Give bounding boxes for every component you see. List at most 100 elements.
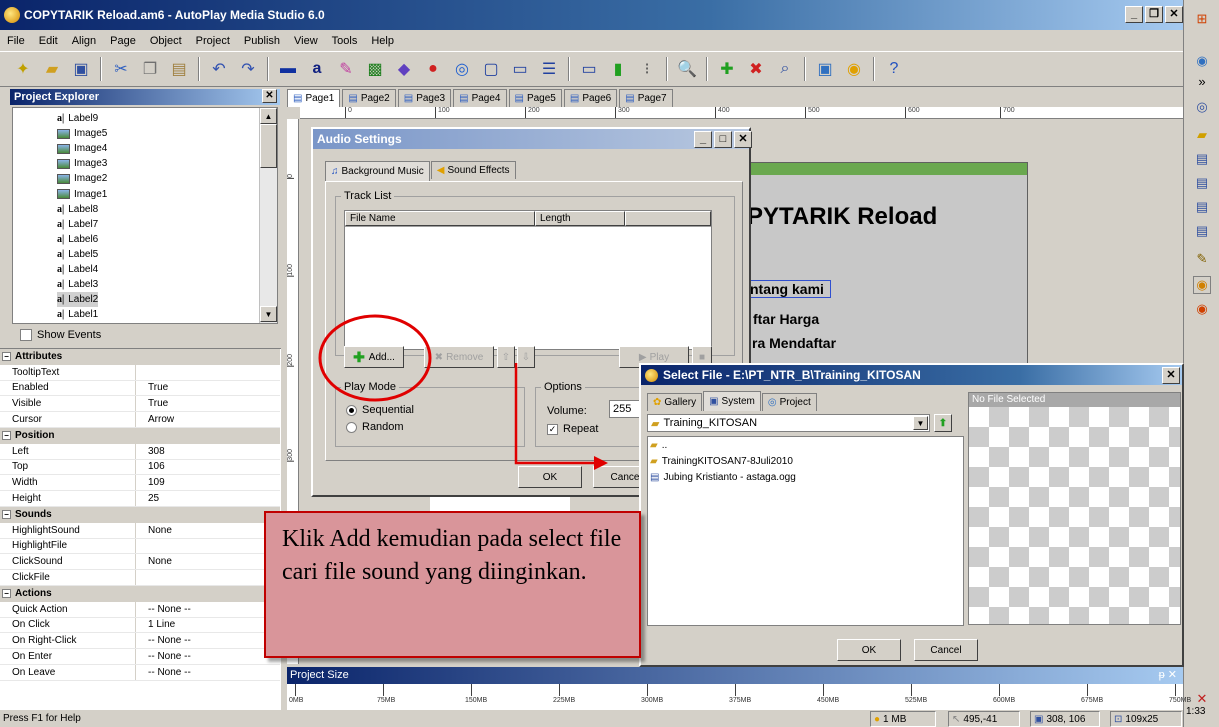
property-row[interactable]: On Leave -- None -- — [0, 665, 280, 681]
tab-page6[interactable]: ▤ Page6 — [563, 89, 618, 107]
label-cara-mendaftar[interactable]: ra Mendaftar — [752, 335, 836, 351]
media-shortcut-icon[interactable]: ◉ — [1193, 300, 1211, 318]
tab-system[interactable]: ▣ System — [703, 391, 761, 411]
tree-item[interactable]: a| Label9 — [57, 111, 98, 126]
close-panel-button[interactable]: ✕ — [262, 89, 277, 103]
browser-icon[interactable]: ◉ — [1193, 52, 1211, 70]
menu-item-edit[interactable]: Edit — [32, 35, 65, 47]
doc-shortcut-icon[interactable]: ▤ — [1193, 174, 1211, 192]
track-list[interactable]: File Name Length — [344, 210, 712, 350]
audio-ok-button[interactable]: OK — [518, 466, 582, 488]
tree-item[interactable]: a| Label4 — [57, 262, 98, 277]
paragraph-object-icon[interactable]: ✎ — [333, 56, 359, 82]
tree-item[interactable]: a| Label7 — [57, 217, 98, 232]
select-ok-button[interactable]: OK — [837, 639, 901, 661]
publish-icon[interactable]: ◉ — [841, 56, 867, 82]
tab-sound-effects[interactable]: ◀ Sound Effects — [430, 161, 516, 179]
menu-item-object[interactable]: Object — [143, 35, 189, 47]
menu-item-page[interactable]: Page — [103, 35, 143, 47]
close-button[interactable]: ✕ — [1165, 6, 1183, 23]
pen-shortcut-icon[interactable]: ✎ — [1193, 250, 1211, 268]
property-value[interactable]: 1 Line — [136, 619, 175, 630]
chevron-right-icon[interactable]: » — [1193, 72, 1211, 90]
select-file-close-button[interactable]: ✕ — [1162, 367, 1180, 384]
property-row[interactable]: Height 25 — [0, 491, 280, 507]
property-row[interactable]: On Right-Click -- None -- — [0, 633, 280, 650]
file-list-item[interactable]: ▰.. — [650, 440, 667, 451]
open-folder-icon[interactable]: ▰ — [39, 56, 65, 82]
property-row[interactable]: TooltipText — [0, 364, 280, 381]
windows-icon[interactable]: ⊞ — [1193, 10, 1211, 28]
property-row[interactable]: On Click 1 Line — [0, 617, 280, 634]
cut-icon[interactable]: ✂ — [108, 56, 134, 82]
property-value[interactable]: -- None -- — [136, 635, 191, 646]
collapse-icon[interactable]: − — [2, 510, 11, 520]
label-object-icon[interactable]: a — [304, 56, 330, 82]
property-value[interactable]: True — [136, 398, 168, 409]
tab-page2[interactable]: ▤ Page2 — [342, 89, 396, 107]
menu-item-project[interactable]: Project — [189, 35, 237, 47]
file-list-item[interactable]: ▰ TrainingKITOSAN7-8Juli2010 — [650, 456, 793, 467]
folder-dropdown[interactable]: ▰ Training_KITOSAN ▼ — [647, 414, 930, 432]
tree-item[interactable]: a| Label2 — [57, 292, 99, 308]
tree-item[interactable]: a| Label8 — [57, 202, 98, 217]
menu-item-file[interactable]: File — [0, 35, 32, 47]
collapse-icon[interactable]: − — [2, 352, 11, 362]
copy-icon[interactable]: ❐ — [137, 56, 163, 82]
minimize-button[interactable]: _ — [1125, 6, 1143, 23]
property-value[interactable]: 106 — [136, 461, 165, 472]
property-value[interactable]: None — [136, 525, 172, 536]
file-list-item[interactable]: ▤ Jubing Kristianto - astaga.ogg — [650, 472, 796, 483]
menu-item-view[interactable]: View — [287, 35, 325, 47]
property-row[interactable]: Visible True — [0, 396, 280, 413]
tree-item[interactable]: a| Label3 — [57, 277, 98, 292]
scroll-thumb[interactable] — [260, 124, 277, 168]
col-length[interactable]: Length — [535, 211, 625, 226]
move-down-button[interactable]: ⇩ — [517, 346, 535, 368]
collapse-icon[interactable]: − — [2, 431, 11, 441]
property-value[interactable]: True — [136, 382, 168, 393]
video-object-icon[interactable]: ● — [420, 56, 446, 82]
menu-item-tools[interactable]: Tools — [325, 35, 365, 47]
tab-page1[interactable]: ▤ Page1 — [287, 89, 341, 107]
show-events-row[interactable]: Show Events — [20, 329, 101, 341]
property-category[interactable]: − Attributes — [0, 349, 280, 365]
remove-button[interactable]: ✖ Remove — [424, 346, 494, 368]
hotspot-object-icon[interactable]: ▢ — [478, 56, 504, 82]
audio-settings-titlebar[interactable]: Audio Settings — [313, 129, 749, 149]
menu-item-publish[interactable]: Publish — [237, 35, 287, 47]
tab-page5[interactable]: ▤ Page5 — [508, 89, 562, 107]
select-file-titlebar[interactable]: Select File - E:\PT_NTR_B\Training_KITOS… — [641, 365, 1182, 385]
property-category[interactable]: − Sounds — [0, 507, 280, 523]
show-events-checkbox[interactable] — [20, 329, 32, 341]
doc-shortcut-icon[interactable]: ▤ — [1193, 198, 1211, 216]
property-row[interactable]: Cursor Arrow — [0, 412, 280, 428]
property-row[interactable]: ClickSound None — [0, 554, 280, 571]
app-shortcut-icon[interactable]: ◎ — [1193, 98, 1211, 116]
property-row[interactable]: Top 106 — [0, 459, 280, 476]
random-radio[interactable]: Random — [346, 421, 404, 433]
button-object-icon[interactable]: ▬ — [275, 56, 301, 82]
tree-item[interactable]: Image3 — [57, 156, 107, 171]
input-object-icon[interactable]: ▭ — [507, 56, 533, 82]
repeat-checkbox-row[interactable]: ✓ Repeat — [547, 423, 598, 435]
property-value[interactable]: 25 — [136, 493, 159, 504]
property-value[interactable]: -- None -- — [136, 651, 191, 662]
image-object-icon[interactable]: ▩ — [362, 56, 388, 82]
wand-icon[interactable]: ✦ — [10, 56, 36, 82]
tab-page4[interactable]: ▤ Page4 — [453, 89, 507, 107]
delete-page-icon[interactable]: ✖ — [743, 56, 769, 82]
doc-shortcut-icon[interactable]: ▤ — [1193, 222, 1211, 240]
property-row[interactable]: Left 308 — [0, 443, 280, 460]
audio-minimize-button[interactable]: _ — [694, 131, 712, 148]
save-icon[interactable]: ▣ — [68, 56, 94, 82]
progress-object-icon[interactable]: ▮ — [605, 56, 631, 82]
combobox-object-icon[interactable]: ▭ — [576, 56, 602, 82]
chevron-down-icon[interactable]: ▼ — [913, 416, 928, 430]
col-file-name[interactable]: File Name — [345, 211, 535, 226]
property-row[interactable]: Enabled True — [0, 380, 280, 397]
tree-scrollbar[interactable]: ▲ ▼ — [259, 108, 277, 323]
doc-shortcut-icon[interactable]: ▤ — [1193, 150, 1211, 168]
tree-item[interactable]: Image2 — [57, 171, 107, 186]
add-page-icon[interactable]: ✚ — [714, 56, 740, 82]
